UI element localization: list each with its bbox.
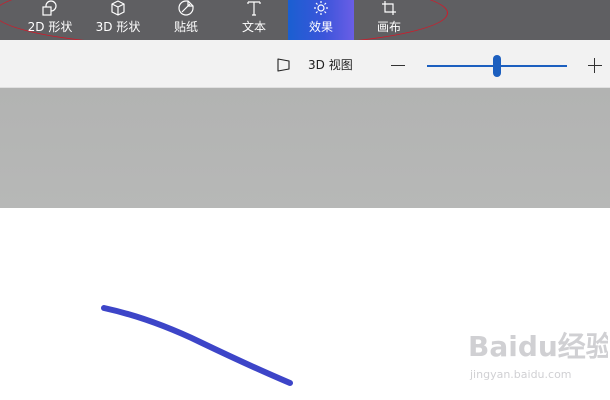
tool-label: 贴纸 xyxy=(173,20,198,34)
tool-stickers[interactable]: 贴纸 xyxy=(153,0,219,40)
sun-icon xyxy=(314,1,328,15)
tool-label: 3D 形状 xyxy=(95,20,141,34)
workspace-background xyxy=(0,88,610,208)
zoom-in-button[interactable] xyxy=(587,55,603,75)
tool-canvas[interactable]: 画布 xyxy=(356,0,422,40)
tool-label: 2D 形状 xyxy=(27,20,73,34)
zoom-slider[interactable] xyxy=(427,55,567,77)
top-toolbar: 2D 形状 3D 形状 贴纸 文本 效果 画布 xyxy=(0,0,610,40)
3d-view-icon xyxy=(277,58,290,72)
tool-3d-shapes[interactable]: 3D 形状 xyxy=(85,0,151,40)
tool-label: 画布 xyxy=(376,20,401,34)
zoom-out-button[interactable] xyxy=(390,55,406,75)
zoom-slider-thumb[interactable] xyxy=(493,55,501,77)
text-icon xyxy=(247,1,261,16)
view-3d-button[interactable]: 3D 视图 xyxy=(272,54,362,76)
tool-label: 效果 xyxy=(308,20,333,34)
view-3d-label: 3D 视图 xyxy=(308,58,353,72)
tool-2d-shapes[interactable]: 2D 形状 xyxy=(17,0,83,40)
tool-effects[interactable]: 效果 xyxy=(288,0,354,40)
secondary-toolbar: 3D 视图 xyxy=(0,40,610,88)
tool-text[interactable]: 文本 xyxy=(221,0,287,40)
crop-icon xyxy=(382,1,396,15)
tool-label: 文本 xyxy=(241,20,266,34)
sticker-icon xyxy=(178,0,194,16)
2d-shapes-icon xyxy=(42,0,57,16)
stroke-layer xyxy=(101,305,293,386)
brush-stroke xyxy=(101,305,293,386)
drawing-canvas[interactable] xyxy=(0,208,610,400)
3d-cube-icon xyxy=(111,0,125,16)
